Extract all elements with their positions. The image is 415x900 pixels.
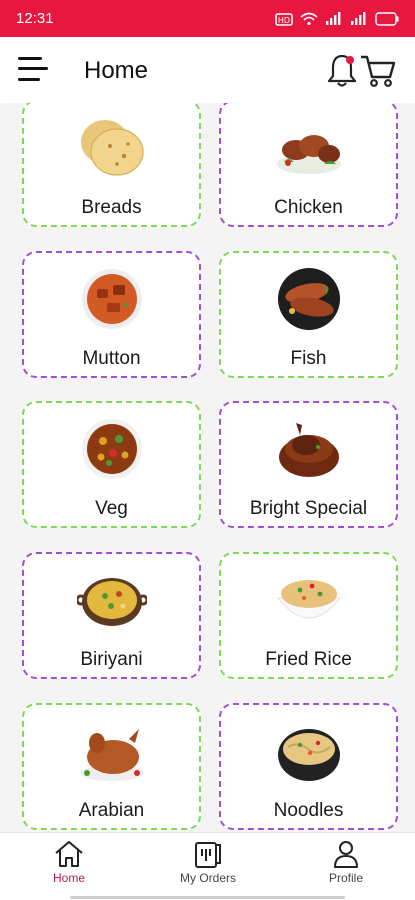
wifi-icon xyxy=(300,12,318,25)
status-bar: 12:31 HD 65 xyxy=(0,0,415,37)
app-header: Home xyxy=(0,37,415,103)
status-icons: HD 65 xyxy=(275,11,399,27)
category-card-biriyani[interactable]: Biriyani xyxy=(22,552,201,679)
category-label: Noodles xyxy=(273,800,344,821)
category-label: Biriyani xyxy=(80,649,143,670)
signal-icon-2 xyxy=(351,11,366,25)
nav-my-orders-label: My Orders xyxy=(179,871,236,885)
category-label: Chicken xyxy=(274,197,343,218)
noodles-image xyxy=(277,729,340,781)
category-label: Mutton xyxy=(82,348,141,369)
nav-home-label: Home xyxy=(52,871,85,885)
veg-image xyxy=(81,419,142,479)
fried-rice-image xyxy=(276,580,341,619)
category-card-veg[interactable]: Veg xyxy=(22,401,201,528)
category-card-mutton[interactable]: Mutton xyxy=(22,251,201,378)
page-title: Home xyxy=(84,57,149,84)
arabian-image xyxy=(79,729,144,781)
category-card-breads[interactable]: Breads xyxy=(22,103,201,227)
orders-icon xyxy=(195,842,221,868)
category-card-fried-rice[interactable]: Fried Rice xyxy=(219,552,398,679)
fish-image xyxy=(277,268,340,330)
category-card-arabian[interactable]: Arabian xyxy=(22,703,201,830)
status-time: 12:31 xyxy=(16,10,54,27)
category-label: Breads xyxy=(81,197,142,218)
category-label: Veg xyxy=(95,498,128,519)
notification-button[interactable] xyxy=(326,52,358,88)
category-label: Fried Rice xyxy=(265,649,352,670)
alarm-icon: HD xyxy=(275,12,293,26)
bright-special-image xyxy=(278,423,339,477)
menu-icon xyxy=(18,57,42,60)
mutton-image xyxy=(81,269,142,329)
category-card-bright-special[interactable]: Bright Special xyxy=(219,401,398,528)
category-card-fish[interactable]: Fish xyxy=(219,251,398,378)
home-icon xyxy=(55,841,83,867)
breads-image xyxy=(80,120,144,176)
cart-icon xyxy=(361,55,396,87)
svg-text:HD: HD xyxy=(278,16,290,25)
chicken-image xyxy=(276,135,341,174)
category-label: Bright Special xyxy=(249,498,368,519)
home-indicator xyxy=(70,896,345,899)
nav-home[interactable]: Home xyxy=(14,839,124,885)
cart-button[interactable] xyxy=(360,54,396,88)
category-card-noodles[interactable]: Noodles xyxy=(219,703,398,830)
bell-icon xyxy=(327,54,357,87)
nav-my-orders[interactable]: My Orders xyxy=(153,839,263,885)
signal-icon-1 xyxy=(326,11,341,25)
category-card-chicken[interactable]: Chicken xyxy=(219,103,398,227)
nav-profile-label: Profile xyxy=(328,871,363,885)
bottom-nav: Home My Orders Profile xyxy=(0,832,415,900)
category-label: Arabian xyxy=(78,800,145,821)
category-grid: Breads Chicken Mutton Fish Veg Bright Sp… xyxy=(0,103,415,832)
battery-icon xyxy=(375,11,399,26)
nav-profile[interactable]: Profile xyxy=(291,839,401,885)
biriyani-image xyxy=(76,578,147,626)
category-label: Fish xyxy=(290,348,327,369)
menu-button[interactable] xyxy=(18,57,48,83)
profile-icon xyxy=(334,841,358,868)
